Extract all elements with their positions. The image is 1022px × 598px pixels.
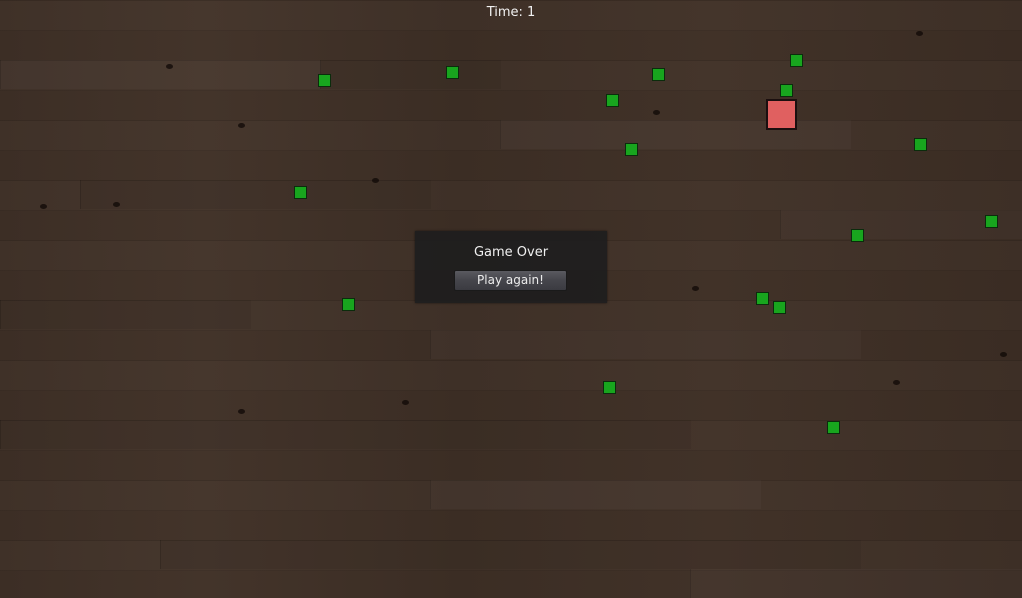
- wood-plank: [500, 120, 851, 149]
- green-pellet: [851, 229, 864, 242]
- wood-knot: [893, 380, 900, 385]
- play-again-button[interactable]: Play again!: [454, 270, 567, 291]
- green-pellet: [652, 68, 665, 81]
- wood-knot: [113, 202, 120, 207]
- wood-knot: [402, 400, 409, 405]
- green-pellet: [294, 186, 307, 199]
- green-pellet: [790, 54, 803, 67]
- wood-knot: [372, 178, 379, 183]
- time-counter: Time: 1: [486, 5, 536, 20]
- green-pellet: [914, 138, 927, 151]
- wood-knot: [692, 286, 699, 291]
- game-board[interactable]: Time: 1 Game Over Play again!: [0, 0, 1022, 598]
- wood-plank: [690, 569, 1022, 598]
- green-pellet: [603, 381, 616, 394]
- green-pellet: [446, 66, 459, 79]
- green-pellet: [606, 94, 619, 107]
- wood-knot: [166, 64, 173, 69]
- wood-knot: [1000, 352, 1007, 357]
- green-pellet: [625, 143, 638, 156]
- wood-plank: [0, 420, 691, 449]
- wood-plank: [320, 60, 501, 89]
- green-pellet: [773, 301, 786, 314]
- wood-plank: [0, 300, 251, 329]
- wood-knot: [916, 31, 923, 36]
- green-pellet: [985, 215, 998, 228]
- wood-knot: [653, 110, 660, 115]
- green-pellet: [780, 84, 793, 97]
- player-square: [766, 99, 797, 130]
- wood-knot: [238, 123, 245, 128]
- wood-plank: [430, 330, 861, 359]
- game-over-dialog: Game Over Play again!: [415, 231, 607, 303]
- game-over-title: Game Over: [473, 245, 549, 260]
- wood-plank: [160, 540, 861, 569]
- wood-knot: [40, 204, 47, 209]
- wood-knot: [238, 409, 245, 414]
- green-pellet: [342, 298, 355, 311]
- wood-plank: [80, 180, 431, 209]
- green-pellet: [756, 292, 769, 305]
- green-pellet: [318, 74, 331, 87]
- green-pellet: [827, 421, 840, 434]
- wood-plank: [430, 480, 761, 509]
- wood-plank: [0, 60, 321, 89]
